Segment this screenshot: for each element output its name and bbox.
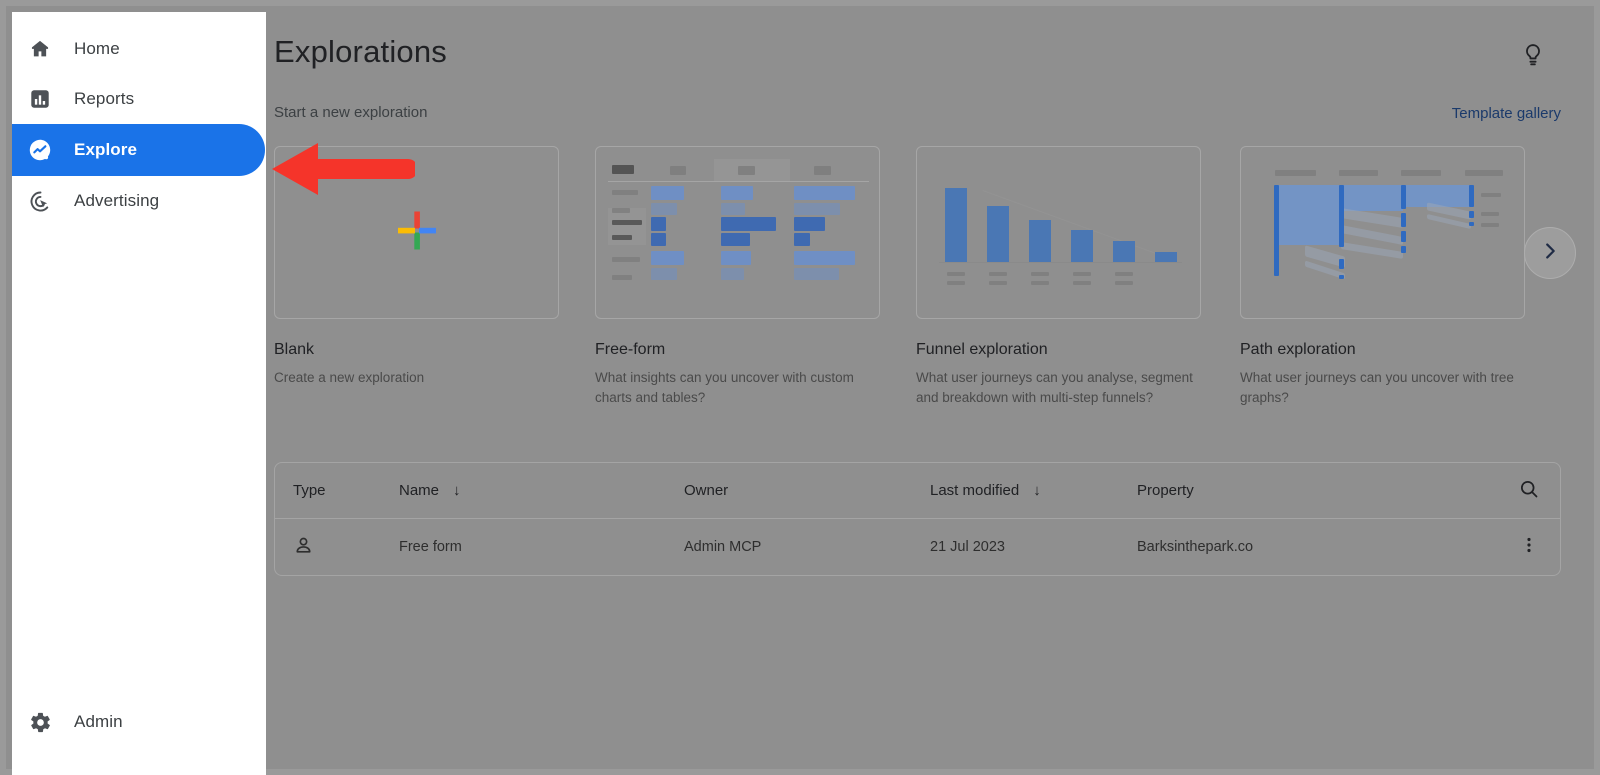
sidebar-secondary-nav: Admin	[12, 697, 266, 775]
row-last-modified-cell: 21 Jul 2023	[930, 539, 1137, 555]
card-description: What insights can you uncover with custo…	[595, 368, 880, 408]
column-header-owner[interactable]: Owner	[684, 482, 930, 499]
column-header-type[interactable]: Type	[275, 482, 399, 499]
sidebar-item-reports[interactable]: Reports	[12, 74, 266, 124]
column-label: Property	[1137, 482, 1194, 499]
card-title: Path exploration	[1240, 341, 1525, 359]
sort-arrow-icon: ↓	[453, 482, 461, 499]
explore-icon	[22, 138, 58, 162]
home-icon	[22, 38, 58, 60]
table-header-row: Type Name ↓ Owner Last modified ↓ Proper…	[275, 463, 1560, 519]
carousel-next-button[interactable]	[1524, 227, 1576, 279]
lightbulb-icon	[1520, 42, 1546, 73]
card-title: Blank	[274, 341, 559, 359]
card-description: What user journeys can you analyse, segm…	[916, 368, 1201, 408]
sidebar-item-label: Home	[74, 39, 120, 59]
column-label: Last modified	[930, 482, 1019, 499]
card-title: Funnel exploration	[916, 341, 1201, 359]
card-funnel-exploration[interactable]: Funnel exploration What user journeys ca…	[916, 146, 1201, 408]
funnel-bar-chart-thumbnail	[917, 147, 1200, 318]
main-content: Explorations Start a new exploration Tem…	[266, 12, 1588, 763]
gear-icon	[22, 711, 58, 734]
row-type-cell	[275, 535, 399, 560]
sidebar-item-label: Reports	[74, 89, 134, 109]
section-subtitle: Start a new exploration	[274, 104, 427, 121]
explorations-page: Home Reports	[0, 0, 1600, 775]
row-property-cell: Barksinthepark.co	[1137, 539, 1498, 555]
reports-icon	[22, 88, 58, 110]
table-thumbnail	[608, 159, 869, 306]
sidebar-primary-nav: Home Reports	[12, 12, 266, 226]
row-actions-button[interactable]	[1498, 535, 1560, 559]
left-navigation-sidebar: Home Reports	[12, 12, 266, 775]
page-title: Explorations	[274, 34, 447, 70]
column-header-property[interactable]: Property	[1137, 482, 1498, 499]
column-label: Type	[293, 482, 326, 499]
column-header-name[interactable]: Name ↓	[399, 482, 684, 499]
card-path-exploration[interactable]: Path exploration What user journeys can …	[1240, 146, 1525, 408]
column-header-last-modified[interactable]: Last modified ↓	[930, 482, 1137, 499]
person-icon	[293, 544, 314, 560]
column-label: Owner	[684, 482, 728, 499]
plus-icon	[394, 207, 440, 258]
exploration-template-cards: Blank Create a new exploration	[274, 146, 1588, 426]
explorations-table: Type Name ↓ Owner Last modified ↓ Proper…	[274, 462, 1561, 576]
sidebar-item-advertising[interactable]: Advertising	[12, 176, 266, 226]
table-search-button[interactable]	[1498, 478, 1560, 504]
search-icon	[1518, 478, 1540, 504]
path-sankey-thumbnail	[1241, 147, 1524, 318]
row-owner-cell: Admin MCP	[684, 539, 930, 555]
card-thumbnail	[916, 146, 1201, 319]
sidebar-item-label: Advertising	[74, 191, 159, 211]
card-title: Free-form	[595, 341, 880, 359]
sidebar-item-explore[interactable]: Explore	[12, 124, 265, 176]
table-row[interactable]: Free form Admin MCP 21 Jul 2023 Barksint…	[275, 519, 1560, 575]
card-thumbnail	[1240, 146, 1525, 319]
sidebar-item-admin[interactable]: Admin	[12, 697, 266, 747]
insights-button[interactable]	[1516, 40, 1550, 74]
row-name-cell[interactable]: Free form	[399, 539, 684, 555]
card-free-form[interactable]: Free-form What insights can you uncover …	[595, 146, 880, 408]
sort-arrow-icon: ↓	[1033, 482, 1041, 499]
sidebar-item-label: Admin	[74, 712, 123, 732]
card-description: What user journeys can you uncover with …	[1240, 368, 1525, 408]
card-description: Create a new exploration	[274, 368, 559, 388]
card-thumbnail	[595, 146, 880, 319]
more-vert-icon	[1519, 535, 1539, 559]
template-gallery-link[interactable]: Template gallery	[1452, 105, 1561, 122]
sidebar-item-home[interactable]: Home	[12, 24, 266, 74]
sidebar-item-label: Explore	[74, 140, 137, 160]
red-left-arrow-annotation	[270, 137, 415, 206]
column-label: Name	[399, 482, 439, 499]
advertising-icon	[22, 190, 58, 213]
chevron-right-icon	[1539, 240, 1561, 267]
